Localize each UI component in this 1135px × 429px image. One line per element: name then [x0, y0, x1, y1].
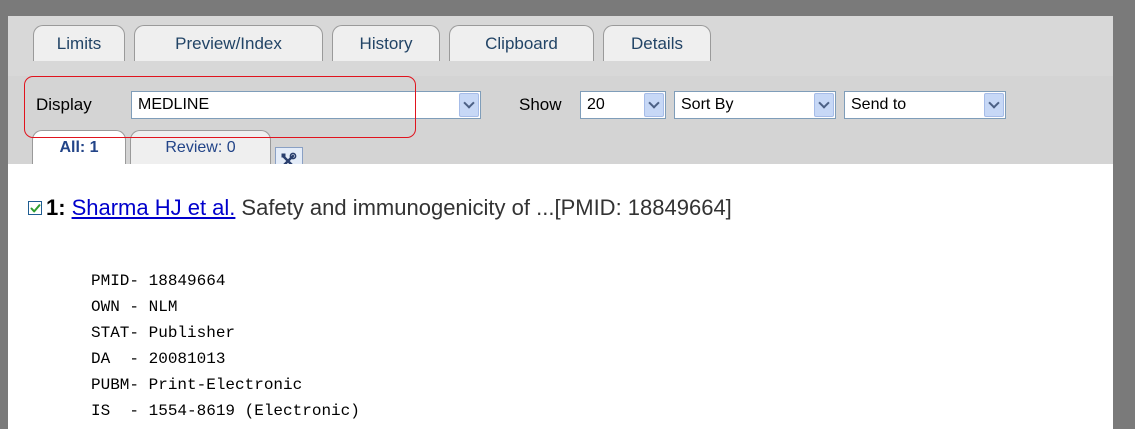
sort-by-select[interactable]: Sort By — [674, 91, 836, 119]
tab-review-results[interactable]: Review: 0 — [130, 130, 271, 164]
show-count-value: 20 — [587, 96, 605, 113]
medline-line-is: IS - 1554-8619 (Electronic) — [91, 402, 360, 420]
tab-preview-index[interactable]: Preview/Index — [134, 25, 323, 61]
result-title-snippet: Safety and immunogenicity of ...[PMID: 1… — [241, 195, 732, 220]
display-format-select[interactable]: MEDLINE — [131, 91, 481, 119]
medline-line-pubm: PUBM- Print-Electronic — [91, 376, 303, 394]
chevron-down-icon[interactable] — [644, 93, 664, 117]
window-frame-right — [1113, 0, 1135, 429]
window-frame-left — [0, 0, 8, 429]
show-count-select[interactable]: 20 — [580, 91, 666, 119]
result-authors-link[interactable]: Sharma HJ et al. — [72, 195, 236, 221]
display-format-value: MEDLINE — [138, 96, 210, 113]
checkbox-checked-icon[interactable] — [28, 201, 42, 215]
chevron-down-icon[interactable] — [984, 93, 1004, 117]
tab-history[interactable]: History — [332, 25, 440, 61]
send-to-value: Send to — [851, 96, 907, 113]
checkmark-icon — [30, 203, 40, 212]
medline-line-own: OWN - NLM — [91, 298, 178, 316]
tab-all-results[interactable]: All: 1 — [32, 130, 126, 164]
tab-details[interactable]: Details — [603, 25, 711, 61]
window-frame-top — [0, 0, 1135, 16]
medline-line-pmid: PMID- 18849664 — [91, 272, 226, 290]
tab-clipboard[interactable]: Clipboard — [449, 25, 594, 61]
sort-by-value: Sort By — [681, 96, 734, 113]
medline-line-stat: STAT- Publisher — [91, 324, 236, 342]
medline-line-da: DA - 20081013 — [91, 350, 226, 368]
result-index: 1: — [46, 195, 66, 220]
medline-record: PMID- 18849664 OWN - NLM STAT- Publisher… — [91, 268, 360, 424]
chevron-down-icon[interactable] — [459, 93, 479, 117]
send-to-select[interactable]: Send to — [844, 91, 1006, 119]
show-label: Show — [519, 95, 562, 114]
display-label: Display — [36, 95, 92, 114]
chevron-down-icon[interactable] — [814, 93, 834, 117]
result-item: 1: Sharma HJ et al. Safety and immunogen… — [28, 195, 732, 221]
tab-limits[interactable]: Limits — [33, 25, 125, 61]
